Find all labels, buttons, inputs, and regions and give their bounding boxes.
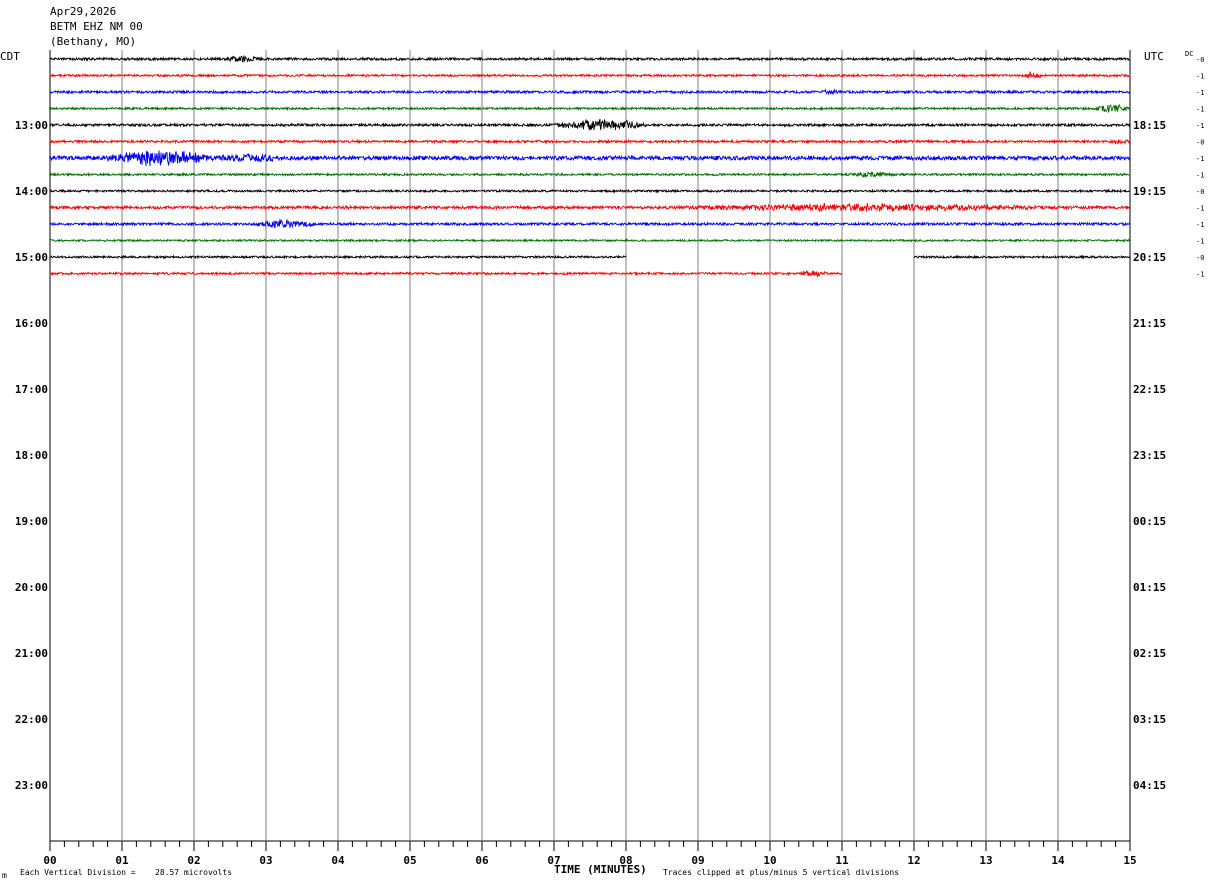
dc-value: -1: [1196, 73, 1204, 81]
x-tick-label: 13: [979, 854, 992, 867]
cdt-hour-label: 22:00: [15, 713, 48, 726]
utc-hour-label: 03:15: [1133, 713, 1166, 726]
cdt-hour-label: 23:00: [15, 779, 48, 792]
cdt-axis-label: CDT: [0, 50, 20, 63]
utc-hour-label: 04:15: [1133, 779, 1166, 792]
x-tick-label: 00: [43, 854, 56, 867]
dc-value: -0: [1196, 254, 1204, 262]
trace-line: [49, 218, 1131, 229]
utc-hour-label: 01:15: [1133, 581, 1166, 594]
x-tick-label: 04: [331, 854, 345, 867]
trace-line: [49, 270, 843, 278]
trace-line: [49, 54, 1130, 63]
dc-values: -0 -1 -1 -1 -1 -0 -1 -1 -0 -1 -1 -1 -0 -1: [1196, 56, 1204, 279]
cdt-hour-label: 18:00: [15, 449, 48, 462]
trace-line: [49, 150, 1131, 167]
utc-hour-label: 18:15: [1133, 119, 1166, 132]
x-tick-label: 05: [403, 854, 416, 867]
traces: [49, 54, 1131, 278]
x-tick-label: 10: [763, 854, 776, 867]
trace-line: [49, 238, 1131, 243]
x-tick-label: 01: [115, 854, 129, 867]
dc-value: -1: [1196, 155, 1204, 163]
dc-value: -1: [1196, 89, 1204, 97]
x-tick-label: 03: [259, 854, 272, 867]
x-tick-label: 09: [691, 854, 704, 867]
x-tick-label: 02: [187, 854, 200, 867]
trace-line: [49, 138, 1131, 145]
grid: [49, 50, 1131, 842]
division-value: 28.57 microvolts: [155, 868, 232, 877]
header-date: Apr29,2026: [50, 5, 116, 18]
x-axis-title: TIME (MINUTES): [554, 863, 647, 876]
dc-value: -1: [1196, 221, 1204, 229]
utc-axis-label: UTC: [1144, 50, 1164, 63]
x-tick-label: 11: [835, 854, 849, 867]
trace-line: [913, 254, 1131, 260]
cdt-hour-label: 19:00: [15, 515, 48, 528]
dc-value: -1: [1196, 271, 1204, 279]
trace-line: [49, 104, 1131, 113]
utc-hour-label: 19:15: [1133, 185, 1166, 198]
dc-value: -1: [1196, 122, 1204, 130]
utc-hour-label: 20:15: [1133, 251, 1166, 264]
cdt-hour-label: 17:00: [15, 383, 48, 396]
trace-line: [49, 88, 1131, 96]
trace-line: [49, 188, 1131, 194]
cdt-hour-label: 13:00: [15, 119, 48, 132]
trace-line: [49, 118, 1130, 131]
x-tick-label: 15: [1123, 854, 1136, 867]
utc-hour-label: 02:15: [1133, 647, 1166, 660]
dc-value: -1: [1196, 238, 1204, 246]
cdt-hour-label: 21:00: [15, 647, 48, 660]
hour-labels: 13:00 14:00 15:00 16:00 17:00 18:00 19:00 20:00…: [15, 119, 1166, 792]
dc-value: -0: [1196, 56, 1204, 64]
cdt-hour-label: 15:00: [15, 251, 48, 264]
division-label: Each Vertical Division =: [20, 868, 136, 877]
helicorder-chart: Apr29,2026 BETM EHZ NM 00 (Bethany, MO) …: [0, 5, 1204, 880]
cdt-hour-label: 14:00: [15, 185, 48, 198]
dc-value: -1: [1196, 172, 1204, 180]
dc-value: -1: [1196, 205, 1204, 213]
trace-line: [49, 170, 1131, 179]
x-tick-label: 14: [1051, 854, 1065, 867]
clip-note: Traces clipped at plus/minus 5 vertical …: [663, 868, 899, 877]
utc-hour-label: 23:15: [1133, 449, 1166, 462]
dc-value: -1: [1196, 106, 1204, 114]
x-tick-label: 06: [475, 854, 489, 867]
dc-label: DC: [1185, 50, 1193, 58]
utc-hour-label: 21:15: [1133, 317, 1166, 330]
trace-line: [49, 70, 1131, 79]
dc-value: -0: [1196, 188, 1204, 196]
cdt-hour-label: 16:00: [15, 317, 48, 330]
x-tick-label: 12: [907, 854, 920, 867]
utc-hour-label: 22:15: [1133, 383, 1166, 396]
cdt-hour-label: 20:00: [15, 581, 48, 594]
trace-line: [49, 202, 1131, 213]
header-location: (Bethany, MO): [50, 35, 136, 48]
dc-value: -0: [1196, 139, 1204, 147]
utc-hour-label: 00:15: [1133, 515, 1166, 528]
footer-logo-mark: m: [2, 871, 7, 880]
header-station: BETM EHZ NM 00: [50, 20, 143, 33]
